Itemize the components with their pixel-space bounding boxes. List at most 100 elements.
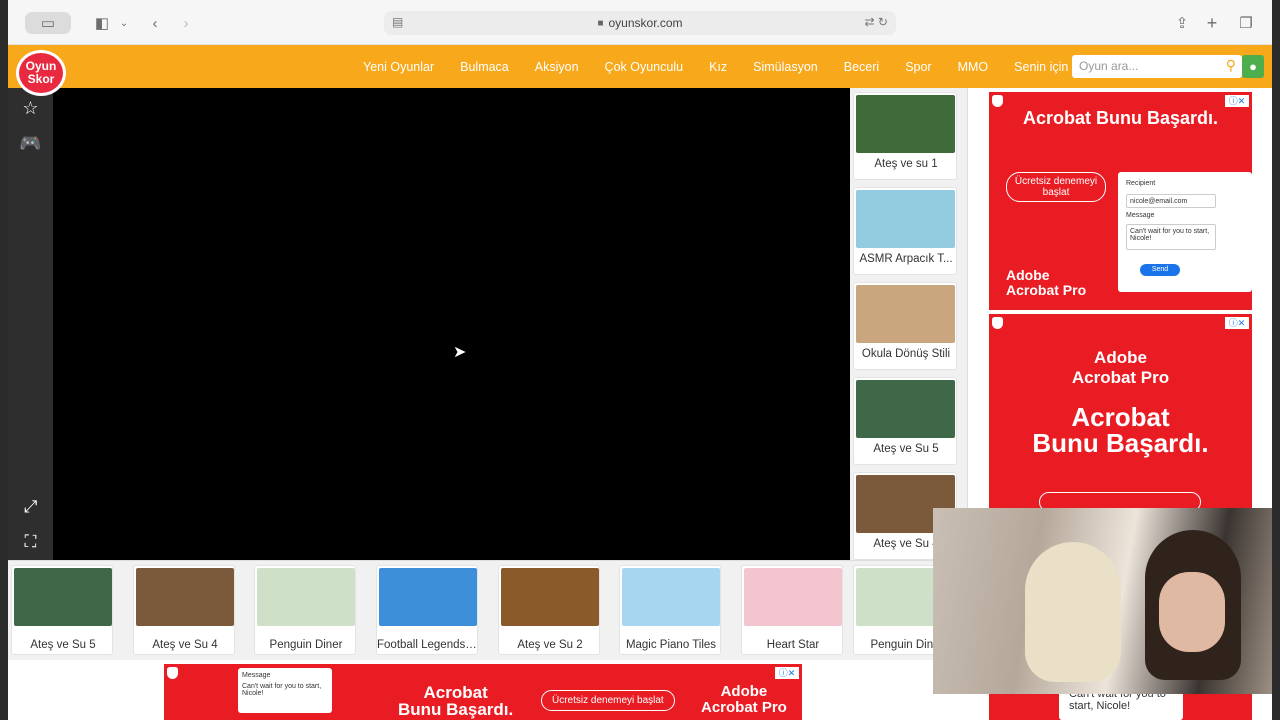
game-title: Ateş ve Su 2 — [517, 639, 583, 651]
ad-choices-icon[interactable]: ⓘ✕ — [1225, 95, 1249, 107]
game-thumbnail — [856, 95, 955, 153]
banner-brand: Adobe Acrobat Pro — [701, 684, 787, 716]
bottom-game-card[interactable]: Ateş ve Su 5 — [11, 565, 113, 655]
nav-simulasyon[interactable]: Simülasyon — [753, 60, 818, 74]
chevron-right-icon: › — [183, 14, 189, 32]
share-button[interactable]: ⇪ — [1174, 12, 1190, 34]
game-canvas[interactable]: ➤ — [53, 88, 850, 560]
page-icon: ▤ — [392, 15, 404, 29]
nav-spor[interactable]: Spor — [905, 60, 931, 74]
game-title: Okula Dönüş Stili — [861, 348, 951, 360]
bottom-game-card[interactable]: Magic Piano Tiles — [619, 565, 721, 655]
search-icon[interactable]: ⚲ — [1226, 57, 1236, 74]
ad-choices-icon[interactable]: ⓘ✕ — [775, 667, 799, 679]
ad-headline: Acrobat Bunu Başardı. — [989, 404, 1252, 456]
nav-yeni-oyunlar[interactable]: Yeni Oyunlar — [363, 60, 434, 74]
nav-cok-oyunculu[interactable]: Çok Oyunculu — [605, 60, 684, 74]
bottom-game-card[interactable]: Heart Star — [741, 565, 843, 655]
nav-aksiyon[interactable]: Aksiyon — [535, 60, 579, 74]
ad-choices-icon[interactable]: ⓘ✕ — [1225, 317, 1249, 329]
chevron-left-icon: ‹ — [152, 14, 158, 32]
url-text: oyunskor.com — [608, 16, 683, 30]
sidebar-menu-button[interactable]: ⌄ — [118, 12, 130, 34]
ad-cta-button[interactable]: Ücretsiz denemeyi başlat — [1006, 172, 1106, 202]
banner-brand-line2: Acrobat Pro — [701, 699, 787, 716]
banner-brand-line1: Adobe — [720, 683, 768, 700]
form-recipient-value: nicole@email.com — [1126, 194, 1216, 208]
game-title: Ateş ve Su 4 — [152, 639, 218, 651]
game-thumbnail — [136, 568, 234, 626]
sidebar-icon: ◧ — [94, 15, 110, 32]
site-header: Oyun Skor Yeni Oyunlar Bulmaca Aksiyon Ç… — [8, 45, 1272, 96]
nav-kiz[interactable]: Kız — [709, 60, 727, 74]
side-game-card[interactable]: Okula Dönüş Stili — [853, 282, 957, 370]
star-icon[interactable]: ☆ — [8, 98, 53, 119]
game-thumbnail — [501, 568, 599, 626]
game-title: Ateş ve Su 5 — [30, 639, 96, 651]
game-thumbnail — [379, 568, 477, 626]
search-placeholder: Oyun ara... — [1079, 59, 1139, 73]
ad-brand: Adobe Acrobat Pro — [1006, 268, 1086, 298]
banner-headline: Acrobat Bunu Başardı. — [398, 684, 513, 718]
translate-reload-icon[interactable]: ⇄ ↻ — [865, 15, 888, 29]
fullscreen-icon[interactable]: ⛶ — [8, 532, 53, 552]
nav-mmo[interactable]: MMO — [958, 60, 989, 74]
profile-switch-button[interactable]: ▭ — [25, 12, 71, 34]
acrobat-ad-top[interactable]: ⓘ✕ Acrobat Bunu Başardı. Ücretsiz deneme… — [989, 92, 1252, 310]
game-thumbnail — [14, 568, 112, 626]
game-title: Ateş ve Su 5 — [873, 443, 939, 455]
ad-brand-line1: Adobe — [1006, 267, 1050, 283]
banner-cta-button[interactable]: Ücretsiz denemeyi başlat — [541, 690, 675, 711]
game-thumbnail — [257, 568, 355, 626]
bottom-game-card[interactable]: Penguin Diner — [254, 565, 356, 655]
search-input[interactable]: Oyun ara... ⚲ — [1072, 55, 1242, 78]
banner-message-image: Message Can't wait for you to start, Nic… — [238, 668, 332, 713]
nav-beceri[interactable]: Beceri — [844, 60, 879, 74]
expand-icon[interactable]: ⤢ — [8, 497, 53, 517]
game-thumbnail — [856, 190, 955, 248]
game-thumbnail — [856, 285, 955, 343]
ad-brand: Adobe Acrobat Pro — [989, 348, 1252, 388]
ad-brand-line1: Adobe — [1094, 348, 1147, 367]
ad-headline-line1: Acrobat — [1071, 402, 1170, 432]
bottom-game-card[interactable]: Football Legends: ... — [376, 565, 479, 655]
user-icon: ● — [1249, 59, 1257, 74]
side-game-card[interactable]: ASMR Arpacık T... — [853, 187, 957, 275]
nav-bulmaca[interactable]: Bulmaca — [460, 60, 509, 74]
sidebar-toggle-button[interactable]: ◧ — [93, 12, 111, 34]
shield-icon — [992, 317, 1003, 329]
gamepad-icon[interactable]: 🎮 — [8, 133, 53, 154]
bottom-game-card[interactable]: Ateş ve Su 4 — [133, 565, 235, 655]
share-icon: ⇪ — [1175, 15, 1189, 32]
browser-window: ▭ ◧ ⌄ ‹ › ▤ ■ oyunskor.com ⇄ ↻ ⇪ + ❐ Oyu… — [8, 0, 1272, 720]
address-bar[interactable]: ▤ ■ oyunskor.com ⇄ ↻ — [384, 11, 896, 35]
mouse-cursor-icon: ➤ — [453, 344, 467, 361]
banner-message-value: Can't wait for you to start, Nicole! — [242, 683, 322, 697]
shield-icon — [992, 95, 1003, 107]
side-game-card[interactable]: Ateş ve Su 5 — [853, 377, 957, 465]
banner-headline-line1: Acrobat — [423, 683, 488, 702]
game-title: Ateş ve su 1 — [874, 158, 938, 170]
form-message-label: Message — [1126, 212, 1155, 219]
bottom-game-card[interactable]: Ateş ve Su 2 — [498, 565, 600, 655]
browser-toolbar: ▭ ◧ ⌄ ‹ › ▤ ■ oyunskor.com ⇄ ↻ ⇪ + ❐ — [8, 0, 1272, 45]
game-title: ASMR Arpacık T... — [859, 253, 953, 265]
acrobat-banner-ad[interactable]: ⓘ✕ Message Can't wait for you to start, … — [164, 664, 802, 720]
game-thumbnail — [622, 568, 720, 626]
chevron-down-icon: ⌄ — [119, 17, 129, 29]
ad-headline: Acrobat Bunu Başardı. — [1022, 108, 1219, 128]
banner-headline-line2: Bunu Başardı. — [398, 700, 514, 719]
form-send-button: Send — [1140, 264, 1180, 276]
tabs-icon: ❐ — [1239, 15, 1253, 32]
side-game-card[interactable]: Ateş ve su 1 — [853, 92, 957, 180]
form-message-value: Can't wait for you to start, Nicole! — [1126, 224, 1216, 250]
back-button[interactable]: ‹ — [148, 12, 162, 34]
forward-button[interactable]: › — [179, 12, 193, 34]
nav-senin-icin[interactable]: Senin için — [1014, 60, 1068, 74]
user-account-button[interactable]: ● — [1242, 55, 1264, 78]
new-tab-button[interactable]: + — [1204, 12, 1220, 34]
category-nav: Yeni Oyunlar Bulmaca Aksiyon Çok Oyuncul… — [363, 45, 1094, 88]
site-logo[interactable]: Oyun Skor — [16, 50, 66, 96]
tab-overview-button[interactable]: ❐ — [1238, 12, 1254, 34]
ad-brand-line2: Acrobat Pro — [1071, 368, 1170, 387]
